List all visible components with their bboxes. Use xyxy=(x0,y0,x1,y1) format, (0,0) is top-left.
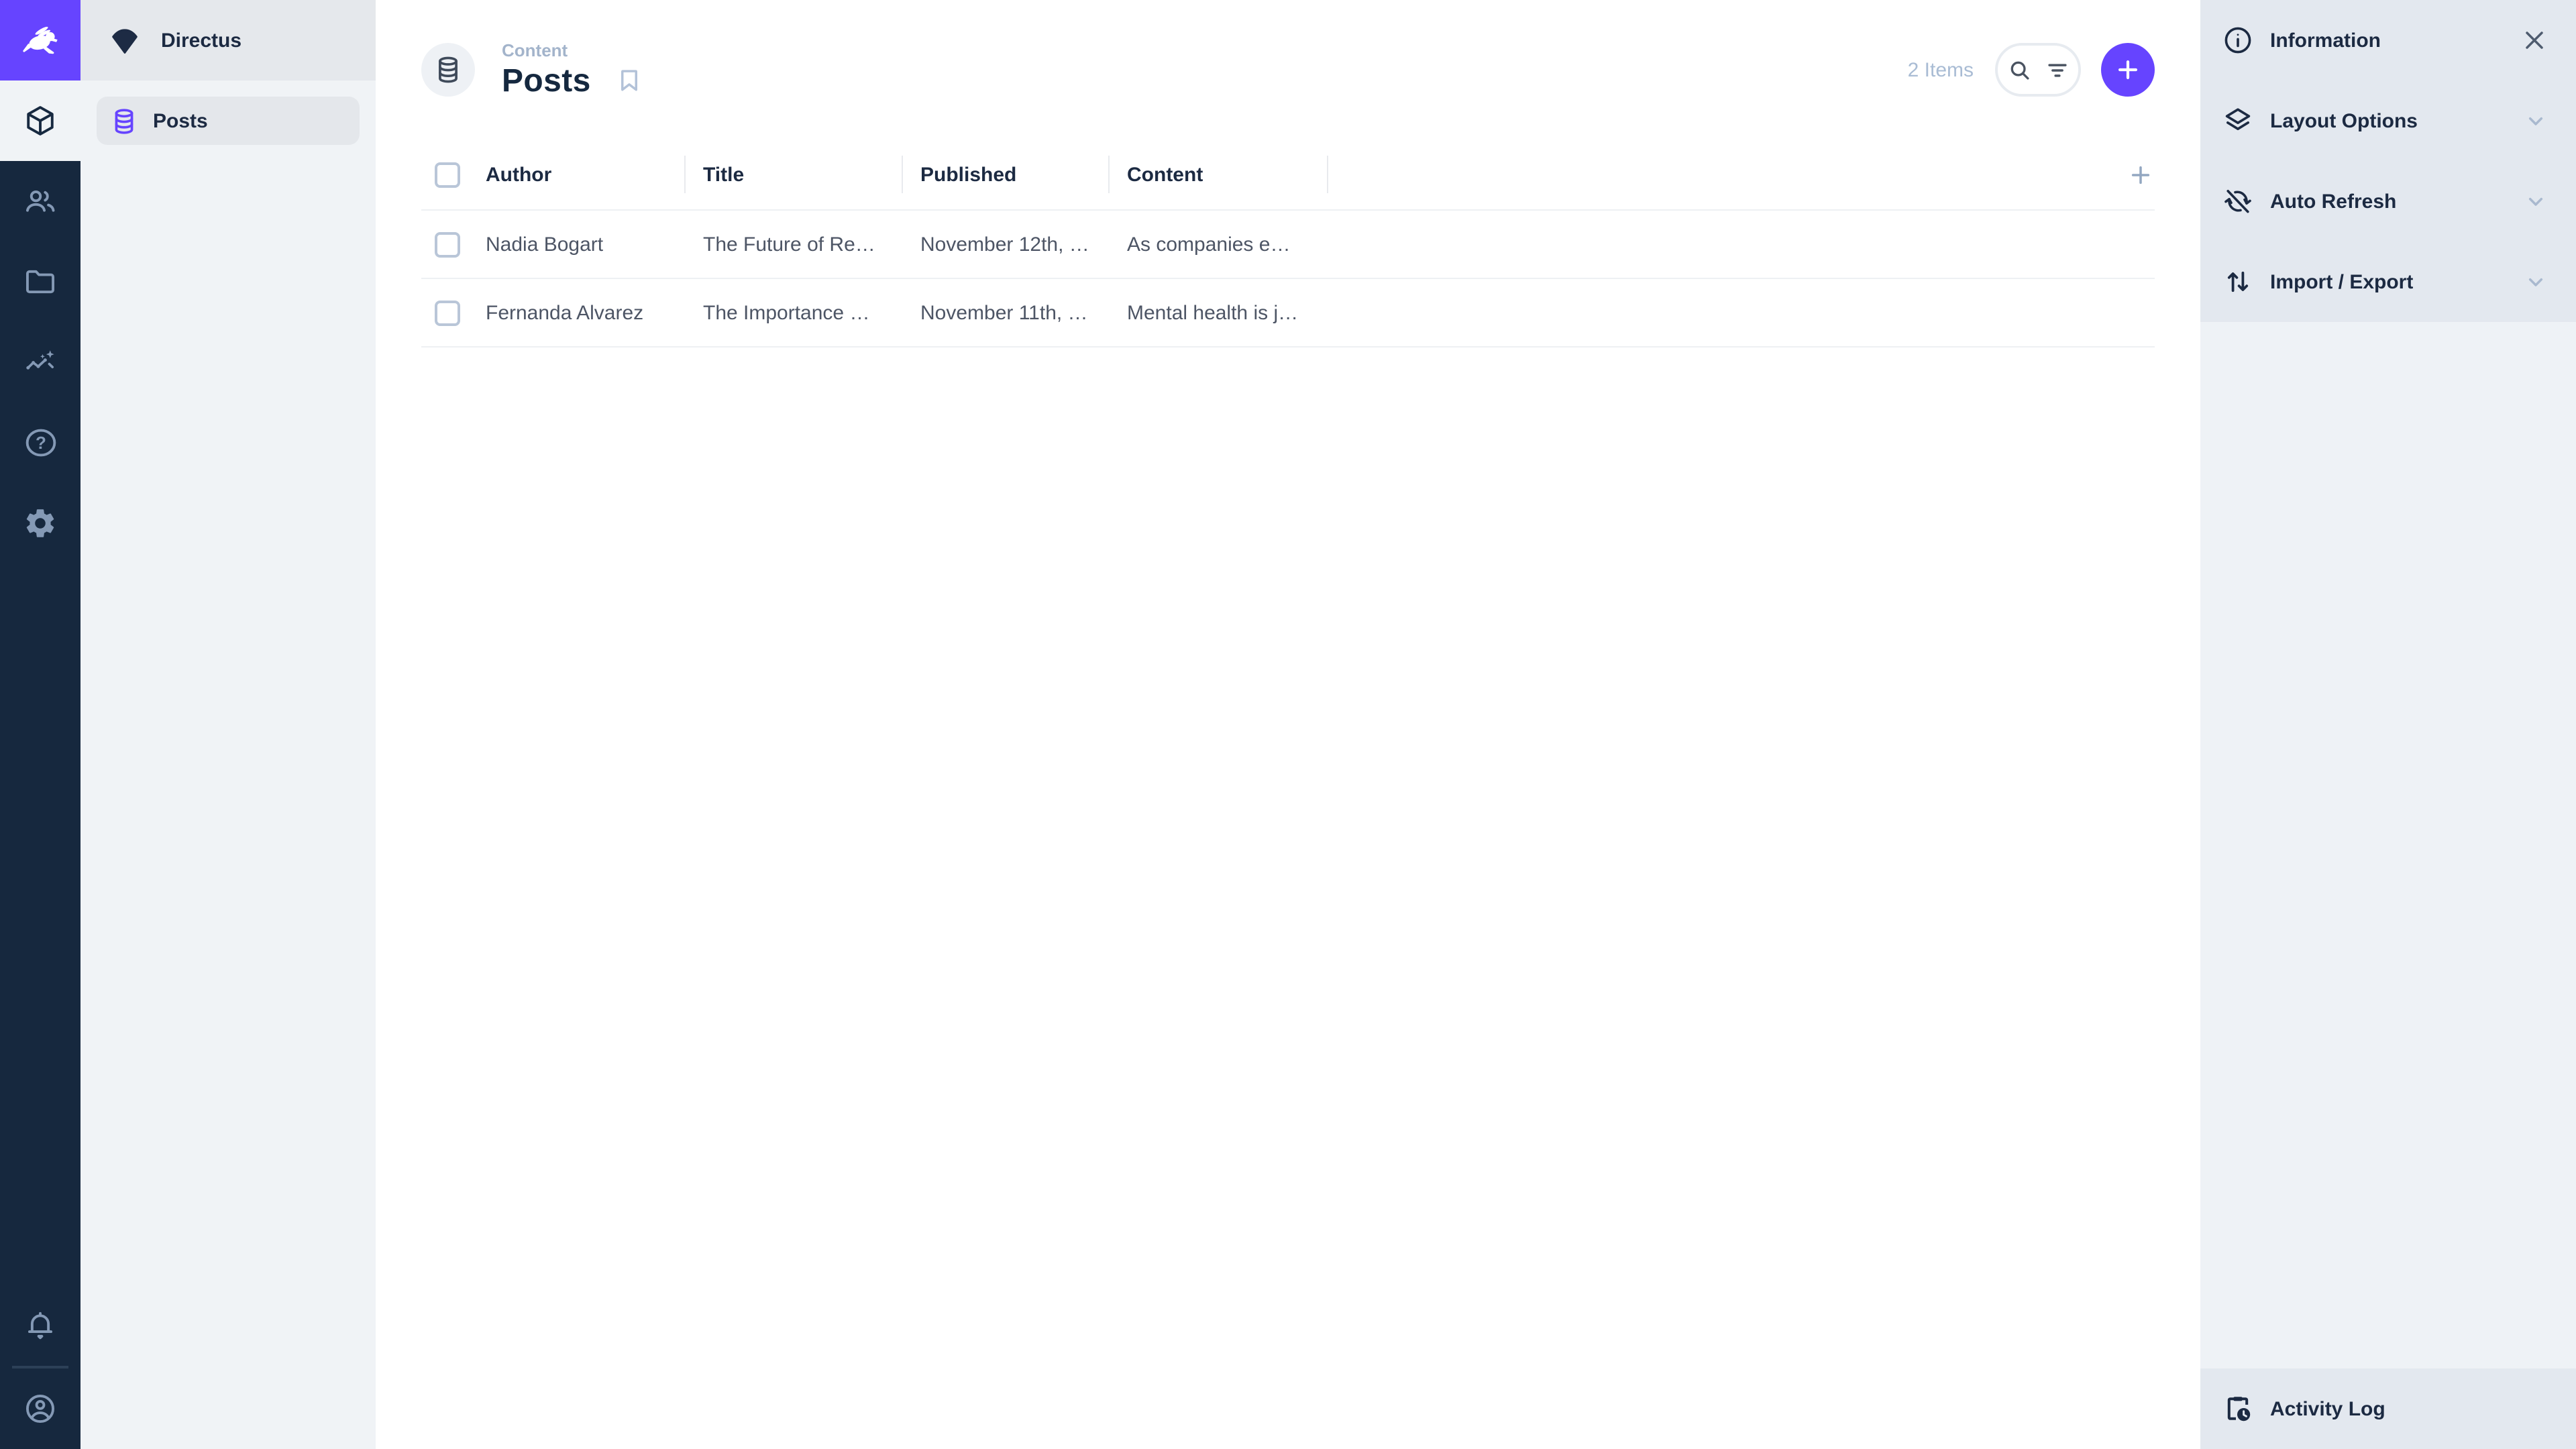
close-icon xyxy=(2520,25,2549,55)
table-header-row: Author Title Published Content xyxy=(421,140,2155,211)
main-content: Content Posts 2 Items Author Title Publi… xyxy=(376,0,2200,1449)
chevron-down-icon xyxy=(2522,107,2549,134)
table-row[interactable]: Nadia Bogart The Future of Re… November … xyxy=(421,211,2155,279)
module-settings[interactable] xyxy=(0,483,80,564)
sidebar-section-label: Information xyxy=(2270,29,2381,52)
page-title: Posts xyxy=(502,62,591,99)
right-sidebar: Information Layout Options Auto Refresh … xyxy=(2200,0,2576,1449)
items-count: 2 Items xyxy=(1907,58,1974,81)
expand-section-button[interactable] xyxy=(2522,107,2549,134)
cell-content: As companies e… xyxy=(1127,233,1291,256)
expand-section-button[interactable] xyxy=(2522,188,2549,215)
database-icon xyxy=(433,55,463,85)
items-table: Author Title Published Content Nadia Bog… xyxy=(376,140,2200,347)
account-button[interactable] xyxy=(0,1368,80,1449)
table-row[interactable]: Fernanda Alvarez The Importance … Novemb… xyxy=(421,279,2155,347)
module-bar: ? xyxy=(0,0,80,1449)
activity-log-icon xyxy=(2222,1393,2254,1425)
sidebar-section-label: Import / Export xyxy=(2270,270,2414,293)
cell-title: The Importance … xyxy=(703,301,870,324)
column-header-author[interactable]: Author xyxy=(483,140,684,209)
module-user-directory[interactable] xyxy=(0,161,80,241)
row-select-cell xyxy=(421,231,483,257)
module-insights[interactable] xyxy=(0,322,80,402)
module-help[interactable]: ? xyxy=(0,402,80,483)
account-circle-icon xyxy=(23,1391,58,1426)
close-sidebar-button[interactable] xyxy=(2520,25,2549,55)
sidebar-section-import-export[interactable]: Import / Export xyxy=(2200,241,2576,322)
folder-icon xyxy=(23,264,58,299)
sidebar-section-information[interactable]: Information xyxy=(2200,0,2576,80)
chevron-down-icon xyxy=(2522,268,2549,295)
column-header-content[interactable]: Content xyxy=(1108,140,1328,209)
expand-section-button[interactable] xyxy=(2522,268,2549,295)
module-file-library[interactable] xyxy=(0,241,80,322)
project-fan-icon xyxy=(107,23,142,58)
select-all-checkbox[interactable] xyxy=(435,162,460,187)
insights-icon xyxy=(23,345,58,380)
row-checkbox[interactable] xyxy=(435,300,460,325)
nav-item-posts[interactable]: Posts xyxy=(97,97,360,145)
sidebar-section-auto-refresh[interactable]: Auto Refresh xyxy=(2200,161,2576,241)
sidebar-section-layout-options[interactable]: Layout Options xyxy=(2200,80,2576,161)
directus-logo[interactable] xyxy=(0,0,80,80)
cell-author: Nadia Bogart xyxy=(486,233,604,256)
sync-disabled-icon xyxy=(2222,185,2254,217)
title-stack: Content Posts xyxy=(502,40,591,100)
plus-icon xyxy=(2127,160,2155,189)
help-icon: ? xyxy=(22,425,58,460)
sidebar-section-label: Activity Log xyxy=(2270,1397,2385,1420)
layers-icon xyxy=(2222,105,2254,137)
bookmark-button[interactable] xyxy=(615,66,645,95)
module-bar-spacer xyxy=(0,564,80,1285)
cell-published: November 12th, … xyxy=(920,233,1089,256)
cell-content: Mental health is j… xyxy=(1127,301,1299,324)
breadcrumb[interactable]: Content xyxy=(502,40,591,60)
filter-button[interactable] xyxy=(2044,57,2070,83)
column-header-published[interactable]: Published xyxy=(902,140,1108,209)
sidebar-section-label: Layout Options xyxy=(2270,109,2418,132)
cell-published: November 11th, … xyxy=(920,301,1088,324)
filter-icon xyxy=(2044,57,2070,83)
sidebar-section-activity-log[interactable]: Activity Log xyxy=(2200,1368,2576,1449)
row-checkbox[interactable] xyxy=(435,231,460,257)
search-filter-pill xyxy=(1995,43,2081,97)
page-header: Content Posts 2 Items xyxy=(376,0,2200,140)
cell-author: Fernanda Alvarez xyxy=(486,301,644,324)
add-column-button[interactable] xyxy=(2127,160,2155,189)
database-icon xyxy=(110,107,138,135)
search-button[interactable] xyxy=(2006,57,2032,83)
import-export-icon xyxy=(2222,266,2254,298)
svg-text:?: ? xyxy=(35,433,46,453)
bell-icon xyxy=(23,1308,58,1343)
nav-sidebar: Directus Posts xyxy=(80,0,376,1449)
people-icon xyxy=(23,184,58,219)
nav-items: Posts xyxy=(80,80,376,161)
row-select-cell xyxy=(421,300,483,325)
create-item-button[interactable] xyxy=(2101,43,2155,97)
plus-icon xyxy=(2113,55,2143,85)
notifications-button[interactable] xyxy=(0,1285,80,1366)
cell-title: The Future of Re… xyxy=(703,233,875,256)
info-icon xyxy=(2222,24,2254,56)
chevron-down-icon xyxy=(2522,188,2549,215)
search-icon xyxy=(2006,57,2032,83)
module-content[interactable] xyxy=(0,80,80,161)
column-header-title[interactable]: Title xyxy=(684,140,902,209)
rabbit-logo-icon xyxy=(16,16,64,64)
collection-icon-circle xyxy=(421,43,475,97)
sidebar-section-label: Auto Refresh xyxy=(2270,190,2397,213)
box-icon xyxy=(23,103,58,138)
project-chooser[interactable]: Directus xyxy=(80,0,376,80)
bookmark-icon xyxy=(615,66,645,95)
nav-item-label: Posts xyxy=(153,109,208,132)
project-name: Directus xyxy=(161,29,242,52)
select-all-cell xyxy=(421,162,483,187)
app: ? Directus Posts Content Posts 2 Items A… xyxy=(0,0,2576,1449)
gear-icon xyxy=(23,506,58,541)
